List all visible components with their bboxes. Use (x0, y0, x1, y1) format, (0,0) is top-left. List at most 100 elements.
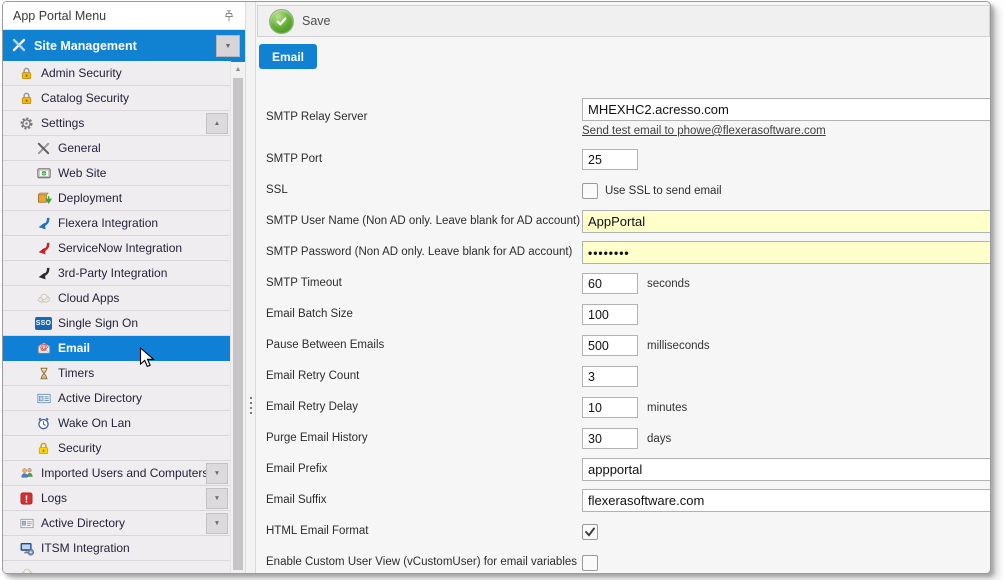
expand-button[interactable]: ▼ (206, 463, 228, 484)
field-label: HTML Email Format (266, 525, 582, 538)
form-row-purge-email-history: Purge Email History30days (266, 423, 990, 454)
sidebar-item-label: Logs (41, 491, 206, 505)
input-value: 500 (588, 339, 609, 353)
input-value: •••••••• (588, 246, 630, 260)
field-label: Email Retry Count (266, 370, 582, 383)
form-row-smtp-port: SMTP Port25 (266, 144, 990, 175)
email-suffix-input[interactable]: flexerasoftware.com (582, 489, 991, 512)
web-site-icon (35, 165, 52, 181)
sidebar-item-label: ITSM Integration (41, 541, 231, 555)
screenshot-frame: App Portal Menu Site Management ▼ Admin … (0, 0, 1004, 580)
smtp-port-input[interactable]: 25 (582, 149, 638, 170)
expand-button[interactable]: ▼ (206, 488, 228, 509)
save-check-icon (269, 9, 294, 34)
input-value: 60 (588, 277, 602, 291)
send-test-email-link[interactable]: Send test email to phowe@flexerasoftware… (582, 125, 826, 137)
pin-icon[interactable] (221, 8, 237, 24)
sidebar-item-active-directory[interactable]: Active Directory (3, 386, 231, 411)
field-label: Email Retry Delay (266, 401, 582, 414)
sidebar-item-servicenow-integration[interactable]: ServiceNow Integration (3, 236, 231, 261)
unit-label: minutes (647, 402, 687, 414)
pause-between-emails-input[interactable]: 500 (582, 335, 638, 356)
sidebar-item-label: Cloud Apps (58, 291, 231, 305)
field-control (582, 555, 598, 571)
sidebar-item-label: Email (58, 341, 231, 355)
field-control: flexerasoftware.com (582, 489, 991, 512)
enable-custom-user-view-vcustomuser-for-email-variables-checkbox[interactable] (582, 555, 598, 571)
sidebar-item-deployment[interactable]: Deployment (3, 186, 231, 211)
email-retry-count-input[interactable]: 3 (582, 366, 638, 387)
email-batch-size-input[interactable]: 100 (582, 304, 638, 325)
logs-alert-icon: ! (18, 490, 35, 506)
alarm-clock-icon (35, 415, 52, 431)
sidebar-item-single-sign-on[interactable]: SSOSingle Sign On (3, 311, 231, 336)
sidebar-scrollbar[interactable]: ▲ (230, 62, 245, 573)
sidebar-item-label: General (58, 141, 231, 155)
purge-email-history-input[interactable]: 30 (582, 428, 638, 449)
checkbox-label: Use SSL to send email (605, 185, 722, 197)
sidebar-item-label: Admin Security (41, 66, 231, 80)
sidebar-item-web-site[interactable]: Web Site (3, 161, 231, 186)
form-row-email-suffix: Email Suffixflexerasoftware.com (266, 485, 990, 516)
input-value: appportal (588, 462, 642, 477)
form-row-smtp-password-non-ad-only-leave-blank-for-ad-account: SMTP Password (Non AD only. Leave blank … (266, 237, 990, 268)
sidebar-item-security[interactable]: Security (3, 436, 231, 461)
smtp-relay-server-input[interactable]: MHEXHC2.acresso.com (582, 98, 991, 121)
smtp-user-name-non-ad-only-leave-blank-for-ad-account-input[interactable]: AppPortal (582, 210, 991, 233)
sidebar-item-3rd-party-integration[interactable]: 3rd-Party Integration (3, 261, 231, 286)
sidebar-item-label: Active Directory (41, 516, 206, 530)
sidebar-item-imported-users-and-computers[interactable]: Imported Users and Computers▼ (3, 461, 231, 486)
svg-text:!: ! (25, 494, 28, 505)
sidebar-item-active-directory[interactable]: Active Directory▼ (3, 511, 231, 536)
sidebar-item-partial[interactable] (3, 561, 231, 573)
sidebar-item-email[interactable]: @ Email (3, 336, 231, 361)
email-retry-delay-input[interactable]: 10 (582, 397, 638, 418)
form-row-ssl: SSL Use SSL to send email (266, 175, 990, 206)
input-value: 100 (588, 308, 609, 322)
site-management-dropdown-button[interactable]: ▼ (216, 35, 240, 57)
sidebar-item-settings[interactable]: Settings▲ (3, 111, 231, 136)
sidebar-item-site-management[interactable]: Site Management ▼ (3, 30, 245, 62)
lock-gold-icon (18, 90, 35, 106)
sidebar-item-label: Settings (41, 116, 206, 130)
sidebar-item-label: Catalog Security (41, 91, 231, 105)
sidebar-item-cloud-apps[interactable]: Cloud Apps (3, 286, 231, 311)
sidebar-item-label: ServiceNow Integration (58, 241, 231, 255)
sidebar-item-wake-on-lan[interactable]: Wake On Lan (3, 411, 231, 436)
sidebar-item-logs[interactable]: ! Logs▼ (3, 486, 231, 511)
sidebar-item-general[interactable]: General (3, 136, 231, 161)
scroll-up-icon[interactable]: ▲ (231, 62, 245, 77)
collapse-button[interactable]: ▲ (206, 113, 228, 134)
lock-gold-icon (18, 65, 35, 81)
scrollbar-thumb[interactable] (233, 78, 243, 570)
tab-email[interactable]: Email (259, 44, 317, 69)
sidebar-item-flexera-integration[interactable]: Flexera Integration (3, 211, 231, 236)
field-label: SSL (266, 184, 582, 197)
sidebar-item-itsm-integration[interactable]: ITSM Integration (3, 536, 231, 561)
save-button[interactable]: Save (269, 9, 331, 34)
field-control: •••••••• (582, 241, 991, 264)
field-control: Use SSL to send email (582, 183, 722, 199)
svg-text:@: @ (40, 343, 48, 352)
toolbar: Save (257, 5, 990, 37)
sidebar-item-label: Deployment (58, 191, 231, 205)
form-row-enable-custom-user-view-vcustomuser-for-email-variables: Enable Custom User View (vCustomUser) fo… (266, 547, 990, 574)
sidebar-item-label: Timers (58, 366, 231, 380)
sidebar-item-admin-security[interactable]: Admin Security (3, 61, 231, 86)
expand-button[interactable]: ▼ (206, 513, 228, 534)
field-label: SMTP Timeout (266, 277, 582, 290)
sidebar-item-label: Security (58, 441, 231, 455)
smtp-password-non-ad-only-leave-blank-for-ad-account-input[interactable]: •••••••• (582, 241, 991, 264)
email-prefix-input[interactable]: appportal (582, 458, 991, 481)
sidebar-item-catalog-security[interactable]: Catalog Security (3, 86, 231, 111)
input-value: AppPortal (588, 214, 645, 229)
smtp-timeout-input[interactable]: 60 (582, 273, 638, 294)
html-email-format-checkbox[interactable] (582, 524, 598, 540)
sidebar-item-timers[interactable]: Timers (3, 361, 231, 386)
form-row-smtp-user-name-non-ad-only-leave-blank-for-ad-account: SMTP User Name (Non AD only. Leave blank… (266, 206, 990, 237)
field-label: Pause Between Emails (266, 339, 582, 352)
ssl-checkbox[interactable] (582, 183, 598, 199)
lock-yellow-icon (35, 440, 52, 456)
email-envelope-icon: @ (35, 340, 52, 356)
users-computer-icon (18, 465, 35, 481)
